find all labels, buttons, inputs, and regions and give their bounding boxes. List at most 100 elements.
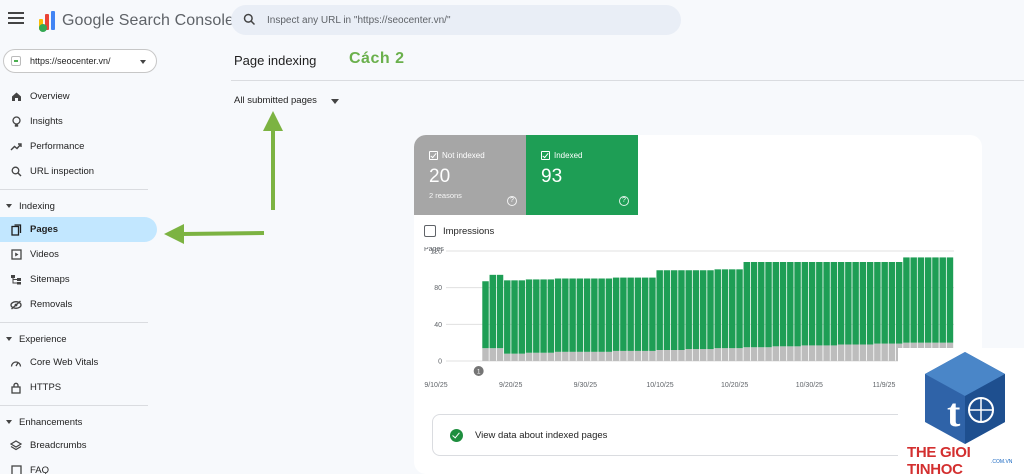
bar-indexed: [859, 262, 867, 345]
sidebar-item-videos[interactable]: Videos: [0, 242, 157, 267]
collapse-triangle-icon: [6, 420, 12, 424]
bar-not-indexed: [852, 344, 859, 361]
collapse-triangle-icon: [6, 337, 12, 341]
sidebar-item-performance[interactable]: Performance: [0, 134, 157, 159]
not-indexed-tile[interactable]: Not indexed 20 2 reasons ?: [414, 135, 526, 215]
view-indexed-data-link[interactable]: View data about indexed pages: [432, 414, 972, 456]
bar-not-indexed: [634, 350, 642, 361]
bar-not-indexed: [489, 348, 496, 361]
checkbox-checked-icon: [541, 151, 550, 160]
bar-not-indexed: [692, 349, 700, 361]
sidebar-item-removals[interactable]: Removals: [0, 292, 157, 317]
search-input[interactable]: [267, 5, 667, 35]
sidebar-item-breadcrumbs[interactable]: Breadcrumbs: [0, 433, 157, 458]
sidebar-item-url-inspection[interactable]: URL inspection: [0, 159, 157, 184]
event-marker-label: 1: [477, 369, 481, 376]
sidebar-divider: [0, 189, 148, 190]
bar-not-indexed: [758, 347, 765, 361]
bar-indexed: [569, 278, 576, 352]
bar-not-indexed: [743, 347, 750, 361]
bar-not-indexed: [729, 348, 736, 361]
bar-not-indexed: [801, 345, 809, 361]
y-tick-label: 0: [438, 359, 442, 366]
bar-indexed: [772, 262, 780, 347]
sidebar-item-pages[interactable]: Pages: [0, 217, 157, 242]
page-title: Page indexing: [234, 53, 317, 68]
bar-indexed: [641, 277, 649, 351]
chevron-down-icon[interactable]: [331, 99, 339, 104]
section-indexing[interactable]: Indexing: [0, 195, 160, 217]
bar-not-indexed: [482, 348, 489, 361]
sidebar-item-sitemaps[interactable]: Sitemaps: [0, 267, 157, 292]
sidebar-item-insights[interactable]: Insights: [0, 109, 157, 134]
sidebar-item-core-web-vitals[interactable]: Core Web Vitals: [0, 350, 157, 375]
section-enhancements[interactable]: Enhancements: [0, 411, 160, 433]
bar-indexed: [845, 262, 852, 345]
bar-not-indexed: [591, 351, 598, 361]
url-inspection-search[interactable]: [231, 5, 681, 35]
bar-indexed: [482, 281, 489, 349]
hamburger-menu-icon[interactable]: [8, 12, 24, 26]
bar-indexed: [866, 262, 874, 345]
impressions-label: Impressions: [443, 225, 495, 237]
bar-not-indexed: [765, 347, 772, 361]
bar-indexed: [787, 262, 794, 347]
tile-label: Indexed: [554, 151, 583, 160]
sidebar-item-label: Pages: [30, 224, 58, 235]
x-tick-label: 9/10/25: [424, 382, 447, 389]
sidebar-item-label: HTTPS: [30, 382, 62, 393]
bar-not-indexed: [823, 345, 830, 361]
sidebar-item-label: Videos: [30, 249, 59, 260]
x-tick-label: 10/30/25: [796, 382, 823, 389]
bar-indexed: [750, 262, 758, 348]
bar-indexed: [852, 262, 859, 345]
bar-indexed: [895, 262, 903, 344]
bar-indexed: [670, 270, 678, 350]
section-experience[interactable]: Experience: [0, 328, 160, 350]
bar-indexed: [583, 278, 591, 352]
bar-indexed: [714, 269, 721, 349]
bar-not-indexed: [649, 350, 656, 361]
bar-indexed: [525, 279, 533, 353]
bar-not-indexed: [554, 351, 562, 361]
sidebar-item-label: FAQ: [30, 465, 50, 474]
bar-indexed: [656, 270, 663, 350]
submitted-pages-filter[interactable]: All submitted pages: [234, 95, 317, 106]
bar-indexed: [924, 257, 932, 343]
lock-icon: [9, 381, 23, 395]
bar-indexed: [496, 274, 504, 349]
help-icon[interactable]: ?: [619, 196, 629, 206]
bar-not-indexed: [525, 352, 533, 361]
property-selector[interactable]: https://seocenter.vn/: [3, 49, 157, 73]
y-tick-label: 40: [434, 322, 442, 329]
sidebar-item-faq[interactable]: FAQ: [0, 458, 157, 474]
bar-indexed: [620, 277, 627, 351]
checkbox-icon[interactable]: [424, 225, 436, 237]
pages-chart-svg: Pages040801209/10/25 9/20/25 9/30/25 10/10/…: [424, 246, 954, 389]
bar-indexed: [518, 280, 526, 354]
bar-indexed: [576, 278, 584, 352]
bar-indexed: [910, 257, 917, 343]
bar-not-indexed: [656, 350, 663, 361]
sidebar-item-overview[interactable]: Overview: [0, 84, 157, 109]
bar-not-indexed: [562, 351, 569, 361]
bar-indexed: [489, 274, 496, 349]
impressions-toggle[interactable]: Impressions: [424, 225, 494, 237]
section-label: Indexing: [19, 200, 55, 212]
bar-indexed: [881, 262, 888, 344]
bar-not-indexed: [569, 351, 576, 361]
bar-not-indexed: [663, 350, 671, 361]
bar-not-indexed: [707, 349, 714, 361]
indexed-tile[interactable]: Indexed 93 ?: [526, 135, 638, 215]
sidebar-item-https[interactable]: HTTPS: [0, 375, 157, 400]
video-icon: [9, 248, 23, 262]
top-bar: Google Search Console: [0, 0, 1024, 44]
bar-not-indexed: [598, 351, 605, 361]
bar-not-indexed: [772, 346, 780, 361]
bar-indexed: [932, 257, 939, 343]
bar-indexed: [837, 262, 845, 345]
bar-indexed: [554, 278, 562, 352]
bar-indexed: [721, 269, 729, 349]
faq-icon: [9, 464, 23, 474]
help-icon[interactable]: ?: [507, 196, 517, 206]
